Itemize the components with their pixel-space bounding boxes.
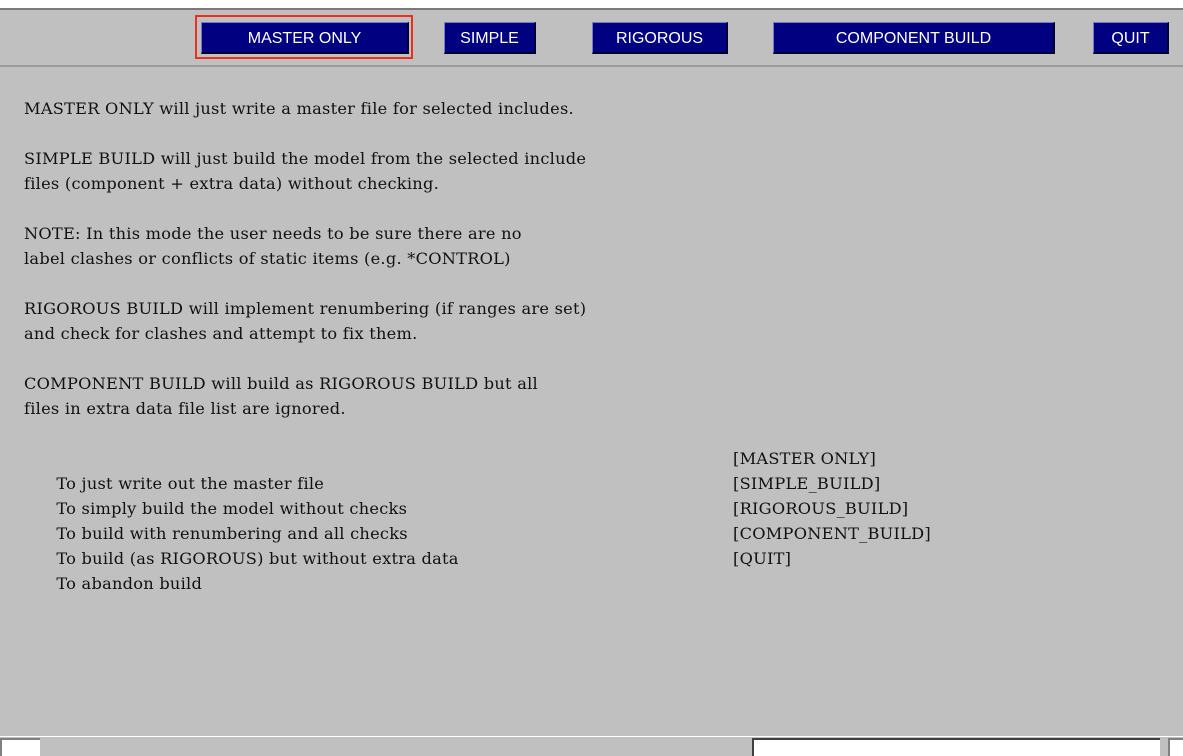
quit-button[interactable]: QUIT [1093,22,1169,54]
help-line: NOTE: In this mode the user needs to be … [24,224,522,243]
option-command: [MASTER ONLY] [733,449,877,468]
window-top-edge [0,0,1183,10]
build-dialog: MASTER ONLY SIMPLE RIGOROUS COMPONENT BU… [0,0,1183,756]
simple-button[interactable]: SIMPLE [444,22,536,54]
option-row-rigorous-build: To build with renumbering and all checks… [24,496,1164,543]
option-command: [RIGOROUS_BUILD] [733,499,909,518]
option-row-simple-build: To simply build the model without checks… [24,471,1164,518]
help-line [24,421,1164,446]
help-line: RIGOROUS BUILD will implement renumberin… [24,299,587,318]
divider [0,65,1183,67]
help-line: files (component + extra data) without c… [24,174,439,193]
help-line [24,271,1164,296]
help-line [24,196,1164,221]
button-bar: MASTER ONLY SIMPLE RIGOROUS COMPONENT BU… [0,10,1183,66]
help-line: SIMPLE BUILD will just build the model f… [24,149,587,168]
resize-corner-left[interactable] [0,738,40,756]
option-command: [SIMPLE_BUILD] [733,474,881,493]
master-only-button[interactable]: MASTER ONLY [201,22,409,54]
status-field [752,738,1160,756]
option-command: [QUIT] [733,549,792,568]
component-build-button[interactable]: COMPONENT BUILD [773,22,1055,54]
help-text-area: MASTER ONLY will just write a master fil… [24,96,1164,593]
option-row-quit: To abandon build [QUIT] [24,546,1164,593]
help-line: and check for clashes and attempt to fix… [24,324,418,343]
option-command: [COMPONENT_BUILD] [733,524,931,543]
help-line: label clashes or conflicts of static ite… [24,249,511,268]
help-line: COMPONENT BUILD will build as RIGOROUS B… [24,374,538,393]
help-line [24,121,1164,146]
option-row-component-build: To build (as RIGOROUS) but without extra… [24,521,1164,568]
resize-corner-right[interactable] [1168,738,1183,756]
help-line [24,346,1164,371]
option-row-master-only: To just write out the master file [MASTE… [24,446,1164,493]
rigorous-button[interactable]: RIGOROUS [592,22,728,54]
option-description: To abandon build [56,574,203,593]
help-line: files in extra data file list are ignore… [24,399,346,418]
help-line: MASTER ONLY will just write a master fil… [24,99,574,118]
